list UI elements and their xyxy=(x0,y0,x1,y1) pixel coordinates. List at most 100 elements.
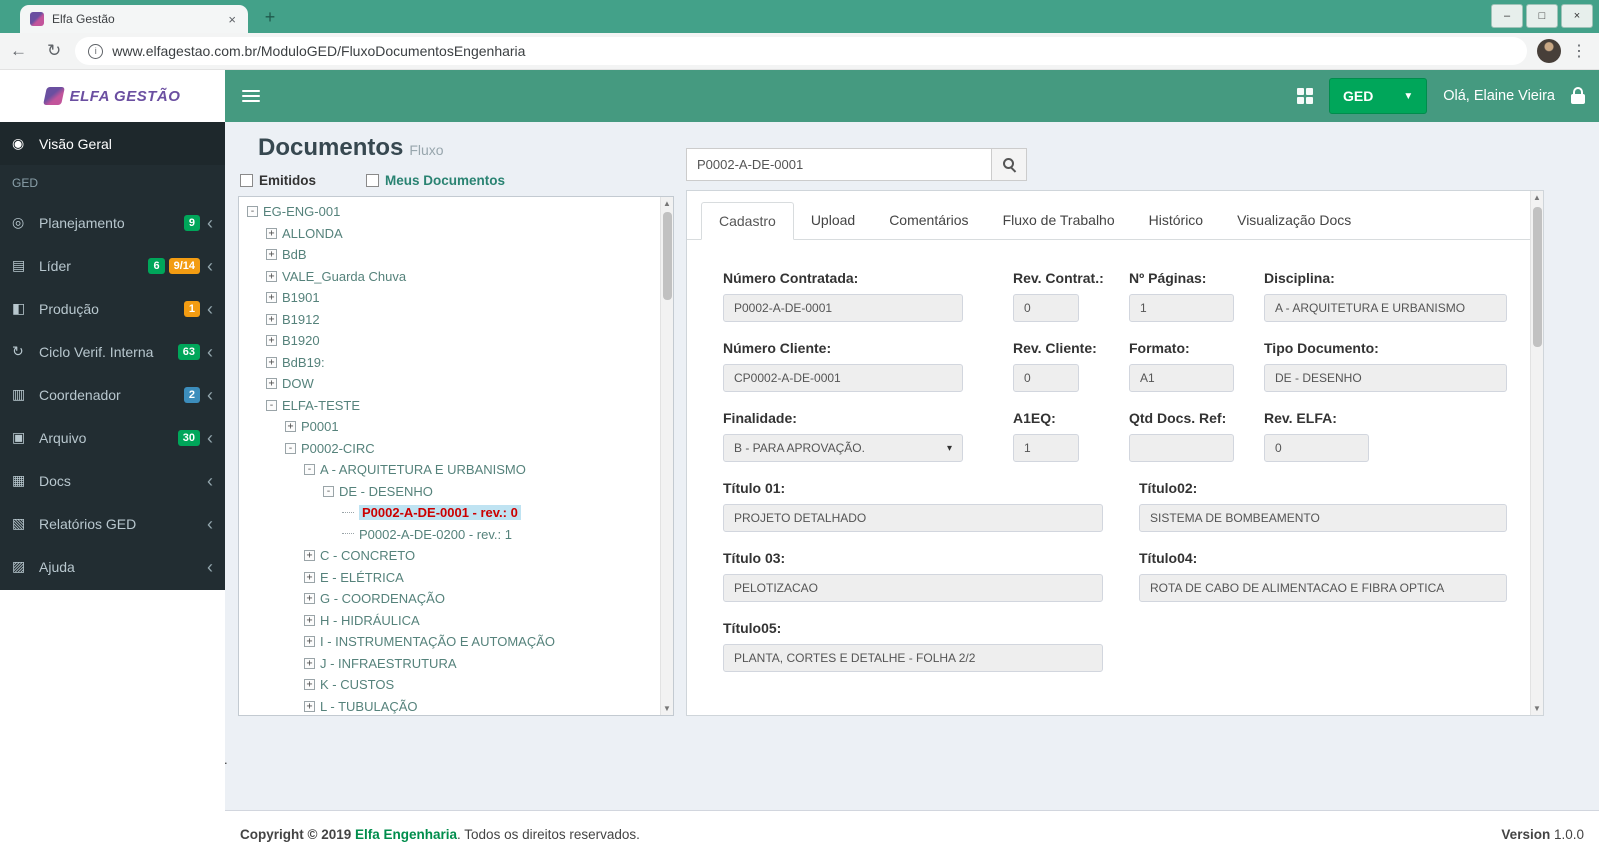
field-qtd-docs-ref[interactable] xyxy=(1129,434,1234,462)
browser-tab[interactable]: Elfa Gestão × xyxy=(20,5,248,33)
tree-node-label[interactable]: B1920 xyxy=(282,333,320,348)
scrollbar-thumb[interactable] xyxy=(1533,207,1542,347)
field-numero-cliente[interactable]: CP0002-A-DE-0001 xyxy=(723,364,963,392)
tree-node-label[interactable]: L - TUBULAÇÃO xyxy=(320,699,418,714)
collapse-icon[interactable]: - xyxy=(247,206,258,218)
sidebar-item-arquivo[interactable]: ▣ Arquivo 30 ‹ xyxy=(0,416,225,459)
field-rev-cliente[interactable]: 0 xyxy=(1013,364,1079,392)
url-bar[interactable]: i www.elfagestao.com.br/ModuloGED/FluxoD… xyxy=(75,37,1527,65)
tree-node-label[interactable]: B1901 xyxy=(282,290,320,305)
sidebar-item-docs[interactable]: ▦ Docs ‹ xyxy=(0,459,225,502)
field-a1eq[interactable]: 1 xyxy=(1013,434,1079,462)
scrollbar-thumb[interactable] xyxy=(663,212,672,300)
tree-node-label[interactable]: I - INSTRUMENTAÇÃO E AUTOMAÇÃO xyxy=(320,634,555,649)
collapse-icon[interactable]: - xyxy=(285,442,296,454)
expand-icon[interactable]: + xyxy=(304,636,315,648)
tab-cadastro[interactable]: Cadastro xyxy=(701,202,794,240)
expand-icon[interactable]: + xyxy=(304,657,315,669)
back-icon[interactable]: ← xyxy=(10,41,27,61)
search-input[interactable] xyxy=(686,148,992,181)
emitidos-checkbox[interactable] xyxy=(240,174,253,187)
expand-icon[interactable]: + xyxy=(266,249,277,261)
expand-icon[interactable]: + xyxy=(266,356,277,368)
expand-icon[interactable]: + xyxy=(304,614,315,626)
expand-icon[interactable]: + xyxy=(304,700,315,712)
expand-icon[interactable]: + xyxy=(304,571,315,583)
minimize-button[interactable]: – xyxy=(1491,4,1523,28)
close-button[interactable]: × xyxy=(1561,4,1593,28)
expand-icon[interactable]: + xyxy=(266,227,277,239)
new-tab-button[interactable]: + xyxy=(258,7,282,29)
tab-comentarios[interactable]: Comentários xyxy=(872,202,985,239)
sidebar-item-lider[interactable]: ▤ Líder 6 9/14 ‹ xyxy=(0,244,225,287)
scroll-down-icon[interactable]: ▼ xyxy=(1531,702,1543,715)
apps-grid-icon[interactable] xyxy=(1296,88,1313,104)
field-titulo-03[interactable]: PELOTIZACAO xyxy=(723,574,1103,602)
expand-icon[interactable]: + xyxy=(304,679,315,691)
sidebar-item-coordenador[interactable]: ▥ Coordenador 2 ‹ xyxy=(0,373,225,416)
tree-node-label[interactable]: P0002-CIRC xyxy=(301,441,375,456)
expand-icon[interactable]: + xyxy=(304,593,315,605)
lock-icon[interactable] xyxy=(1571,87,1585,104)
field-titulo-01[interactable]: PROJETO DETALHADO xyxy=(723,504,1103,532)
restore-button[interactable]: □ xyxy=(1526,4,1558,28)
expand-icon[interactable]: + xyxy=(285,421,296,433)
tree-node-label[interactable]: ALLONDA xyxy=(282,226,343,241)
site-info-icon[interactable]: i xyxy=(88,43,104,59)
tree-node-label[interactable]: EG-ENG-001 xyxy=(263,204,340,219)
tab-close-icon[interactable]: × xyxy=(226,12,238,27)
tree-node-label[interactable]: K - CUSTOS xyxy=(320,677,394,692)
expand-icon[interactable]: + xyxy=(304,550,315,562)
tree-scrollbar[interactable]: ▲ ▼ xyxy=(660,197,673,715)
tree-node-label[interactable]: BdB19: xyxy=(282,355,325,370)
tree-node-label[interactable]: C - CONCRETO xyxy=(320,548,415,563)
tab-fluxo-de-trabalho[interactable]: Fluxo de Trabalho xyxy=(986,202,1132,239)
meus-documentos-checkbox[interactable] xyxy=(366,174,380,187)
expand-icon[interactable]: + xyxy=(266,270,277,282)
user-greeting[interactable]: Olá, Elaine Vieira xyxy=(1443,88,1555,104)
field-disciplina[interactable]: A - ARQUITETURA E URBANISMO xyxy=(1264,294,1507,322)
field-tipo-documento[interactable]: DE - DESENHO xyxy=(1264,364,1507,392)
tree-node-label[interactable]: B1912 xyxy=(282,312,320,327)
tree-node-label[interactable]: BdB xyxy=(282,247,307,262)
field-finalidade[interactable]: B - PARA APROVAÇÃO. ▾ xyxy=(723,434,963,462)
tree-node-label[interactable]: P0002-A-DE-0001 - rev.: 0 xyxy=(359,505,521,521)
tree-node-label[interactable]: E - ELÉTRICA xyxy=(320,570,404,585)
module-dropdown[interactable]: GED ▼ xyxy=(1328,78,1428,114)
collapse-icon[interactable]: - xyxy=(266,399,277,411)
field-titulo02[interactable]: SISTEMA DE BOMBEAMENTO xyxy=(1139,504,1507,532)
company-link[interactable]: Elfa Engenharia xyxy=(355,827,457,842)
field-rev-elfa[interactable]: 0 xyxy=(1264,434,1369,462)
app-logo[interactable]: ELFA GESTÃO xyxy=(0,70,225,122)
expand-icon[interactable]: + xyxy=(266,335,277,347)
field-numero-contratada[interactable]: P0002-A-DE-0001 xyxy=(723,294,963,322)
expand-icon[interactable]: + xyxy=(266,378,277,390)
field-n-paginas[interactable]: 1 xyxy=(1129,294,1234,322)
panel-scrollbar[interactable]: ▲ ▼ xyxy=(1530,191,1543,715)
tree-node-label[interactable]: ELFA-TESTE xyxy=(282,398,360,413)
sidebar-item-ciclo-verif-interna[interactable]: ↻ Ciclo Verif. Interna 63 ‹ xyxy=(0,330,225,373)
browser-menu-icon[interactable]: ⋮ xyxy=(1571,41,1587,61)
sidebar-item-visao-geral[interactable]: ◉ Visão Geral xyxy=(0,122,225,165)
sidebar-item-producao[interactable]: ◧ Produção 1 ‹ xyxy=(0,287,225,330)
scroll-up-icon[interactable]: ▲ xyxy=(1531,191,1543,204)
sidebar-item-relatorios-ged[interactable]: ▧ Relatórios GED ‹ xyxy=(0,502,225,545)
scroll-up-icon[interactable]: ▲ xyxy=(661,197,673,210)
tree-node-label[interactable]: H - HIDRÁULICA xyxy=(320,613,420,628)
sidebar-item-planejamento[interactable]: ◎ Planejamento 9 ‹ xyxy=(0,201,225,244)
tab-historico[interactable]: Histórico xyxy=(1132,202,1220,239)
field-formato[interactable]: A1 xyxy=(1129,364,1234,392)
collapse-icon[interactable]: - xyxy=(323,485,334,497)
reload-icon[interactable]: ↻ xyxy=(47,41,61,61)
tab-visualizacao-docs[interactable]: Visualização Docs xyxy=(1220,202,1368,239)
collapse-icon[interactable]: - xyxy=(304,464,315,476)
tree-node-label[interactable]: P0002-A-DE-0200 - rev.: 1 xyxy=(359,527,512,542)
field-titulo05[interactable]: PLANTA, CORTES E DETALHE - FOLHA 2/2 xyxy=(723,644,1103,672)
tree-node-label[interactable]: DOW xyxy=(282,376,314,391)
tree-node-label[interactable]: G - COORDENAÇÃO xyxy=(320,591,445,606)
tree-node-label[interactable]: J - INFRAESTRUTURA xyxy=(320,656,457,671)
field-rev-contrat[interactable]: 0 xyxy=(1013,294,1079,322)
tree-node-label[interactable]: A - ARQUITETURA E URBANISMO xyxy=(320,462,526,477)
expand-icon[interactable]: + xyxy=(266,313,277,325)
scroll-down-icon[interactable]: ▼ xyxy=(661,702,673,715)
